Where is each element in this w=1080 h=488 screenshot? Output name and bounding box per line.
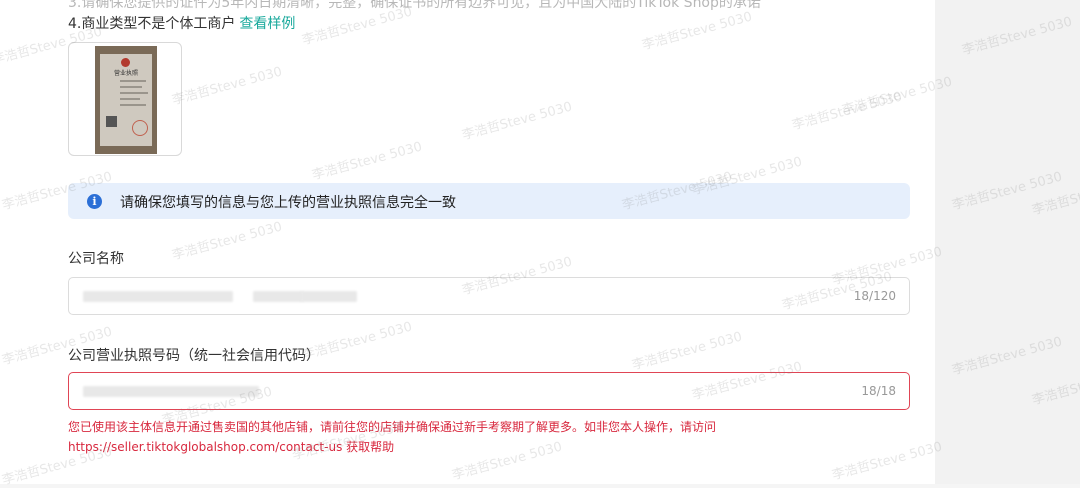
company-name-input[interactable]: 18/120 [68, 277, 910, 315]
company-name-char-counter: 18/120 [853, 289, 896, 303]
alert-message: 请确保您填写的信息与您上传的营业执照信息完全一致 [120, 195, 456, 211]
page-gutter [935, 0, 1080, 484]
license-number-error-message: 您已使用该主体信息开通过售卖国的其他店铺，请前往您的店铺并确保通过新手考察期了解… [68, 420, 717, 454]
business-license-image: 营业执照 [95, 46, 157, 154]
seal-stamp-icon [132, 120, 148, 136]
requirement-item-4: 4.商业类型不是个体工商户 查看样例 [68, 13, 295, 33]
form-panel: 3.请确保您提供的证件为5年内日期清晰，完整，确保证书的所有边界可见，且为中国大… [0, 0, 935, 484]
license-number-input[interactable]: 18/18 [68, 372, 910, 410]
license-number-label: 公司营业执照号码（统一社会信用代码） [68, 348, 320, 364]
requirement-item-4-text: 4.商业类型不是个体工商户 [68, 16, 236, 32]
license-image-title: 营业执照 [113, 70, 138, 77]
requirement-item-3: 3.请确保您提供的证件为5年内日期清晰，完整，确保证书的所有边界可见，且为中国大… [68, 0, 761, 11]
info-icon: i [87, 194, 102, 209]
qr-code-icon [106, 116, 117, 127]
sample-license-thumbnail[interactable]: 营业执照 [68, 42, 182, 156]
national-emblem-icon [121, 58, 130, 67]
view-sample-link[interactable]: 查看样例 [239, 16, 295, 32]
company-name-label: 公司名称 [68, 251, 124, 267]
info-alert: i 请确保您填写的信息与您上传的营业执照信息完全一致 [68, 183, 910, 219]
license-number-char-counter: 18/18 [861, 384, 896, 398]
